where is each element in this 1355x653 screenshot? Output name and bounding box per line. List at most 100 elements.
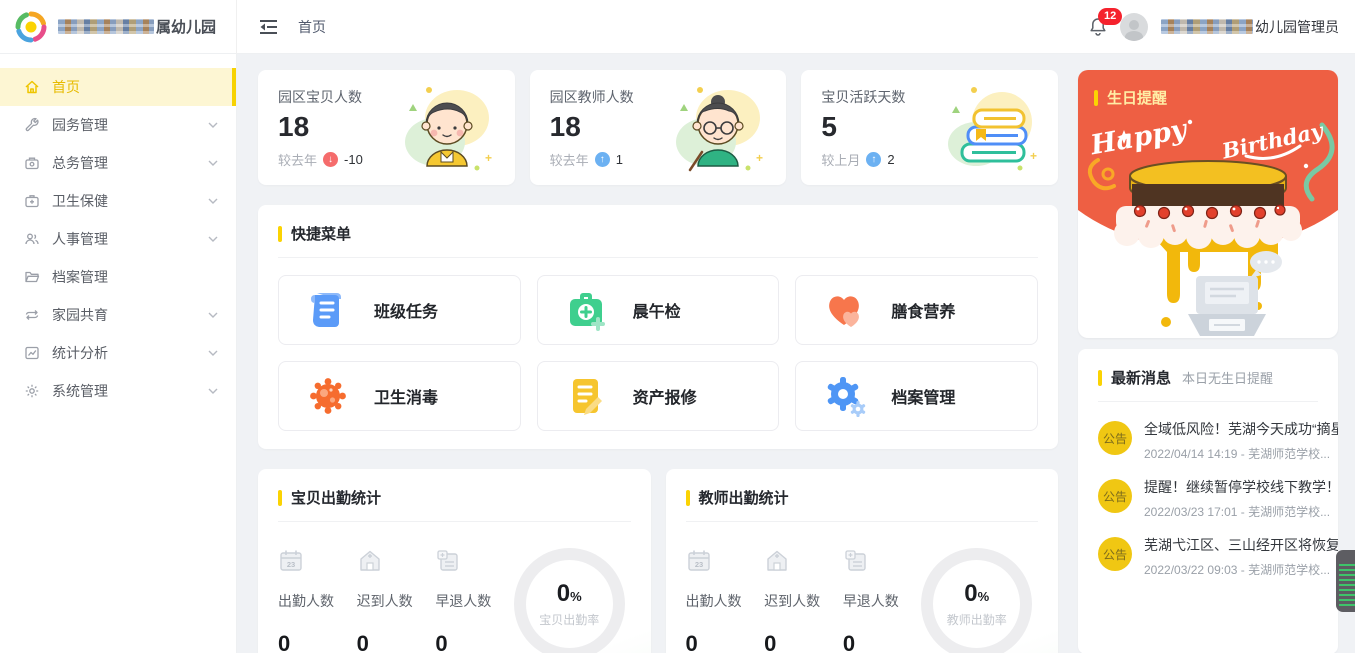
attendance-stat-label: 早退人数: [435, 591, 514, 611]
calendar-icon: 23: [686, 548, 712, 574]
main-content: 园区宝贝人数 18 较去年 ↓ -10 +: [237, 54, 1355, 653]
announcement-badge: 公告: [1098, 421, 1132, 455]
quick-item-label: 班级任务: [374, 298, 438, 322]
header-right: 12 幼儿园管理员: [1089, 13, 1355, 41]
birthday-reminder-card: 生日提醒 Happy Birthday: [1078, 70, 1338, 338]
app-title-suffix: 属幼儿园: [156, 16, 216, 37]
section-accent-bar: [278, 226, 282, 242]
censored-user-name: [1161, 19, 1253, 34]
attendance-rate-value: 0: [964, 580, 977, 607]
sidebar-item-home[interactable]: 首页: [0, 68, 236, 106]
attendance-rate-unit: %: [570, 589, 582, 604]
sidebar-item-label: 家园共育: [52, 305, 108, 325]
news-item[interactable]: 公告 芜湖弋江区、三山经开区将恢复... 2022/03/22 09:03 - …: [1098, 535, 1318, 578]
house-icon: [357, 548, 383, 574]
app-logo: [14, 10, 48, 44]
teacher-illustration: +: [660, 82, 772, 179]
sidebar-item-label: 系统管理: [52, 381, 108, 401]
attendance-title: 教师出勤统计: [699, 487, 789, 508]
svg-text:+: +: [485, 151, 492, 165]
notification-bell[interactable]: 12: [1089, 17, 1107, 36]
attendance-row: 宝贝出勤统计 23 出勤人数 0: [258, 469, 1058, 653]
report-icon: [843, 548, 869, 574]
attendance-rate-unit: %: [978, 589, 990, 604]
trend-up-icon: ↑: [595, 152, 610, 167]
sync-arrows-icon: [24, 307, 42, 323]
section-accent-bar: [686, 490, 690, 506]
quick-item-asset-repair[interactable]: 资产报修: [537, 361, 780, 431]
stat-compare-label: 较去年: [278, 150, 317, 169]
sidebar-item-campus-mgmt[interactable]: 园务管理: [0, 106, 236, 144]
attendance-stat-value: 0: [435, 631, 514, 653]
news-item-title: 提醒！继续暂停学校线下教学！...: [1144, 477, 1338, 497]
class-tasks-icon: [307, 289, 349, 331]
boy-illustration: +: [389, 82, 501, 179]
app-title: 属幼儿园: [58, 16, 216, 37]
sidebar-item-label: 卫生保健: [52, 191, 108, 211]
sidebar-collapse-icon[interactable]: [259, 19, 278, 35]
stat-delta: 1: [616, 152, 623, 167]
attendance-stat-label: 迟到人数: [357, 591, 436, 611]
child-attendance-panel: 宝贝出勤统计 23 出勤人数 0: [258, 469, 651, 653]
stat-delta: 2: [887, 152, 894, 167]
stat-cards-row: 园区宝贝人数 18 较去年 ↓ -10 +: [258, 70, 1058, 185]
attendance-stat-value: 0: [686, 631, 765, 653]
gear-icon: [24, 383, 42, 399]
attendance-stat-label: 出勤人数: [686, 591, 765, 611]
svg-text:+: +: [1030, 149, 1037, 163]
sidebar-item-label: 总务管理: [52, 153, 108, 173]
news-item-title: 芜湖弋江区、三山经开区将恢复...: [1144, 535, 1338, 555]
section-accent-bar: [278, 490, 282, 506]
news-item[interactable]: 公告 提醒！继续暂停学校线下教学！... 2022/03/23 17:01 - …: [1098, 477, 1318, 520]
user-avatar[interactable]: [1120, 13, 1148, 41]
disinfection-icon: [307, 375, 349, 417]
news-item-title: 全域低风险！芜湖今天成功“摘星”!: [1144, 419, 1338, 439]
divider: [1098, 401, 1318, 402]
quick-item-class-tasks[interactable]: 班级任务: [278, 275, 521, 345]
chevron-down-icon: [208, 122, 218, 128]
sidebar-item-home-school[interactable]: 家园共育: [0, 296, 236, 334]
sidebar-item-general-affairs[interactable]: 总务管理: [0, 144, 236, 182]
quick-item-disinfection[interactable]: 卫生消毒: [278, 361, 521, 431]
quick-item-nutrition[interactable]: 膳食营养: [795, 275, 1038, 345]
chevron-down-icon: [208, 160, 218, 166]
chevron-down-icon: [208, 350, 218, 356]
attendance-stat-early-leave: 早退人数 0: [843, 548, 922, 653]
asset-repair-icon: [566, 375, 608, 417]
section-accent-bar: [1098, 370, 1102, 386]
divider: [278, 521, 631, 522]
stat-card-active-days: 宝贝活跃天数 5 较上月 ↑ 2 +: [801, 70, 1058, 185]
nutrition-icon: [824, 289, 866, 331]
attendance-stat-early-leave: 早退人数 0: [435, 548, 514, 653]
edge-floating-widget[interactable]: [1336, 550, 1355, 612]
quick-item-label: 档案管理: [891, 384, 955, 408]
sidebar-item-hr-mgmt[interactable]: 人事管理: [0, 220, 236, 258]
attendance-stat-late: 迟到人数 0: [357, 548, 436, 653]
chevron-down-icon: [208, 198, 218, 204]
sidebar-item-statistics[interactable]: 统计分析: [0, 334, 236, 372]
attendance-stat-value: 0: [764, 631, 843, 653]
divider: [686, 521, 1039, 522]
latest-news-panel: 最新消息 本日无生日提醒 公告 全域低风险！芜湖今天成功“摘星”! 2022/0…: [1078, 349, 1338, 653]
user-name[interactable]: 幼儿园管理员: [1161, 17, 1339, 37]
books-illustration: +: [932, 82, 1044, 179]
stat-delta: -10: [344, 152, 363, 167]
news-item[interactable]: 公告 全域低风险！芜湖今天成功“摘星”! 2022/04/14 14:19 - …: [1098, 419, 1318, 462]
quick-item-morning-check[interactable]: 晨午检: [537, 275, 780, 345]
stat-compare-label: 较上月: [821, 150, 860, 169]
chevron-down-icon: [208, 236, 218, 242]
quick-item-label: 膳食营养: [891, 298, 955, 322]
chevron-down-icon: [208, 388, 218, 394]
sidebar-item-system-mgmt[interactable]: 系统管理: [0, 372, 236, 410]
sidebar-item-label: 首页: [52, 77, 80, 97]
sidebar-item-health-care[interactable]: 卫生保健: [0, 182, 236, 220]
teacher-attendance-panel: 教师出勤统计 23 出勤人数 0: [666, 469, 1059, 653]
attendance-rate-label: 教师出勤率: [947, 611, 1007, 628]
news-item-time: 2022/04/14 14:19 - 芜湖师范学校...: [1144, 445, 1338, 462]
sidebar-item-archive-mgmt[interactable]: 档案管理: [0, 258, 236, 296]
breadcrumb[interactable]: 首页: [298, 17, 326, 37]
attendance-title: 宝贝出勤统计: [291, 487, 381, 508]
news-item-time: 2022/03/22 09:03 - 芜湖师范学校...: [1144, 561, 1338, 578]
quick-item-archive[interactable]: 档案管理: [795, 361, 1038, 431]
folder-icon: [24, 269, 42, 285]
